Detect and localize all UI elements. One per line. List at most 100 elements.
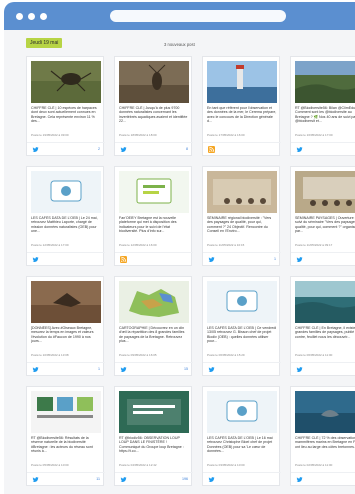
post-card[interactable]: En tant que référent pour l'observation …	[202, 56, 281, 156]
post-date: Posté le 18/05/2022 à 18:00	[119, 133, 157, 137]
post-date: Posté le 02/05/2022 à 11:00	[295, 463, 333, 467]
post-date: Posté le 06/05/2022 à 11:00	[295, 353, 333, 357]
post-grid: CHIFFRE CLÉ | 10 espèces de harpaces don…	[26, 56, 355, 494]
post-image	[295, 391, 355, 433]
post-card[interactable]: RT @biodiv56: OBSERVATION LOUP LOUP DANS…	[114, 386, 193, 486]
post-footer: 1	[27, 362, 105, 375]
post-footer: 15	[115, 362, 193, 375]
post-footer: 2	[27, 142, 105, 155]
twitter-icon[interactable]	[32, 256, 39, 263]
rss-icon[interactable]	[208, 146, 215, 153]
post-card[interactable]: [DONNÉES] Avec #Oiseaux Bretagne, mesure…	[26, 276, 105, 376]
post-footer: 11	[291, 252, 355, 265]
rss-icon[interactable]	[120, 256, 127, 263]
post-card[interactable]: LES CAFÉS DATA DE L'OEB | Le 24 mai, ret…	[26, 166, 105, 266]
twitter-icon[interactable]	[120, 146, 127, 153]
twitter-icon[interactable]	[32, 366, 39, 373]
post-card[interactable]: LES CAFÉS DATA DE L'OEB | Le 16 mai retr…	[202, 386, 281, 486]
post-text: SÉMINAIRE PAYSAGES | Ouverture en suivi …	[295, 216, 355, 233]
post-image	[295, 61, 355, 103]
post-card[interactable]: Fan'OEB'Y Bretagne est la nouvelle plate…	[114, 166, 193, 266]
post-text: RT @Biodiversite56: Résultats de la rése…	[31, 436, 93, 453]
twitter-icon[interactable]	[120, 476, 127, 483]
post-card[interactable]: SÉMINAIRE régional biodiversité : "Vers …	[202, 166, 281, 266]
twitter-icon[interactable]	[208, 256, 215, 263]
post-image	[119, 171, 189, 213]
twitter-icon[interactable]	[208, 476, 215, 483]
post-card[interactable]: CHIFFRE CLÉ | 72 % des observations de m…	[290, 386, 355, 486]
post-footer: 8	[115, 142, 193, 155]
post-card[interactable]: LES CAFÉS DATA DE L'OEB | Ce vendredi 13…	[202, 276, 281, 376]
post-text: SÉMINAIRE régional biodiversité : "Vers …	[207, 216, 272, 233]
post-image	[207, 281, 277, 323]
post-footer: 1	[203, 252, 281, 265]
post-date: Posté le 05/05/2022 à 10:00	[31, 463, 69, 467]
post-card[interactable]: RT @Biodiversite56: Résultats de la rése…	[26, 386, 105, 486]
window-close-dot[interactable]	[16, 13, 23, 20]
post-date: Posté le 19/05/2022 à 09:00	[31, 133, 69, 137]
share-count: 2	[98, 147, 100, 151]
share-count: 1	[274, 257, 276, 261]
twitter-icon[interactable]	[32, 146, 39, 153]
post-text: RT @Biodiversite56: Bilan @ClimEduc: Com…	[295, 106, 355, 123]
post-text: RT @biodiv56: OBSERVATION LOUP LOUP DANS…	[119, 436, 184, 453]
share-count: 196	[182, 477, 188, 481]
post-footer: 16	[291, 142, 355, 155]
post-image	[119, 281, 189, 323]
post-card[interactable]: RT @Biodiversite56: Bilan @ClimEduc: Com…	[290, 56, 355, 156]
post-date: Posté le 10/05/2022 à 13:08	[31, 353, 69, 357]
twitter-icon[interactable]	[32, 476, 39, 483]
date-badge: Jeudi 19 mai	[26, 38, 63, 48]
share-count: 15	[184, 367, 188, 371]
post-footer	[27, 252, 105, 265]
post-date: Posté le 16/05/2022 à 17:00	[295, 133, 333, 137]
post-card[interactable]: SÉMINAIRE PAYSAGES | Ouverture en suivi …	[290, 166, 355, 266]
post-card[interactable]: CHIFFRE CLÉ | Jusqu'à de plus 9700 donné…	[114, 56, 193, 156]
post-image	[31, 281, 101, 323]
window-minimize-dot[interactable]	[28, 13, 35, 20]
post-image	[207, 391, 277, 433]
post-text: En tant que référent pour l'observation …	[207, 106, 277, 123]
share-count: 8	[186, 147, 188, 151]
post-text: LES CAFÉS DATA DE L'OEB | Le 16 mai retr…	[207, 436, 273, 453]
post-date: Posté le 06/05/2022 à 15:29	[207, 353, 245, 357]
post-date: Posté le 04/05/2022 à 12:42	[119, 463, 157, 467]
browser-titlebar	[4, 2, 355, 30]
post-date: Posté le 17/05/2022 à 16:00	[207, 133, 245, 137]
post-image	[31, 391, 101, 433]
post-date: Posté le 03/05/2022 à 10:00	[207, 463, 245, 467]
post-card[interactable]: CHIFFRE CLÉ | En Bretagne, il existe 7 g…	[290, 276, 355, 376]
post-text: LES CAFÉS DATA DE L'OEB | Le 24 mai, ret…	[31, 216, 98, 233]
post-date: Posté le 11/05/2022 à 10:15	[207, 243, 245, 247]
post-card[interactable]: CHIFFRE CLÉ | 10 espèces de harpaces don…	[26, 56, 105, 156]
twitter-icon[interactable]	[120, 366, 127, 373]
post-image	[295, 281, 355, 323]
post-image	[295, 171, 355, 213]
address-bar[interactable]	[110, 10, 286, 22]
post-card[interactable]: CARTOGRAPHIE | Découvrez en un clin d'œi…	[114, 276, 193, 376]
post-text: CHIFFRE CLÉ | Jusqu'à de plus 9700 donné…	[119, 106, 188, 123]
twitter-icon[interactable]	[296, 256, 303, 263]
post-footer: 11	[291, 362, 355, 375]
post-image	[119, 61, 189, 103]
post-footer: 196	[115, 472, 193, 485]
twitter-icon[interactable]	[296, 366, 303, 373]
share-count: 1	[98, 367, 100, 371]
post-text: [DONNÉES] Avec #Oiseaux Bretagne, mesure…	[31, 326, 94, 343]
post-text: Fan'OEB'Y Bretagne est la nouvelle plate…	[119, 216, 177, 233]
post-text: LES CAFÉS DATA DE L'OEB | Ce vendredi 13…	[207, 326, 277, 343]
post-date: Posté le 09/05/2022 à 16:05	[119, 353, 157, 357]
post-text: CHIFFRE CLÉ | En Bretagne, il existe 7 g…	[295, 326, 355, 339]
twitter-icon[interactable]	[208, 366, 215, 373]
post-date: Posté le 12/05/2022 à 16:00	[119, 243, 157, 247]
window-maximize-dot[interactable]	[40, 13, 47, 20]
new-posts-notice[interactable]: 3 nouveaux post	[164, 42, 195, 47]
post-date: Posté le 11/05/2022 à 09:17	[295, 243, 333, 247]
twitter-icon[interactable]	[296, 476, 303, 483]
post-footer: 7	[291, 472, 355, 485]
post-footer	[203, 472, 281, 485]
post-footer	[203, 142, 281, 155]
post-image	[31, 171, 101, 213]
post-text: CHIFFRE CLÉ | 72 % des observations de m…	[295, 436, 355, 449]
twitter-icon[interactable]	[296, 146, 303, 153]
